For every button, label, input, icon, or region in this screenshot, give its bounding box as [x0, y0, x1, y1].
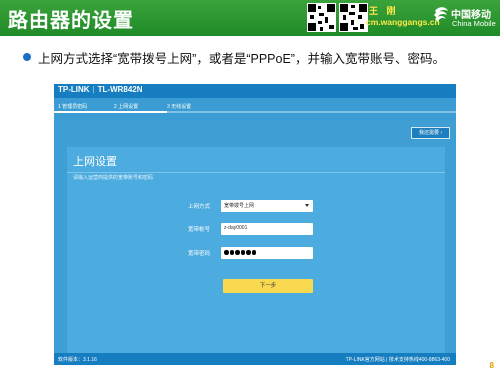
- router-model: TL-WR842N: [97, 85, 143, 94]
- account-label: 宽带帐号: [188, 227, 211, 233]
- password-input[interactable]: [221, 247, 313, 259]
- author-url: cm.wanggangs.cn: [366, 17, 440, 27]
- panel-title: 上网设置: [73, 156, 117, 168]
- page-number: 8: [489, 361, 494, 370]
- chevron-down-icon: [305, 204, 309, 207]
- step-admin-password[interactable]: 1 管理员密码: [58, 103, 87, 110]
- slide-title: 路由器的设置: [8, 10, 134, 32]
- router-footer: 软件版本：3.1.16 TP-LINK官方网站 | 技术支持热线400-8863…: [54, 353, 456, 365]
- connection-type-select[interactable]: 宽带拨号上网: [221, 200, 313, 212]
- brand-logo: TP-LINK: [58, 85, 90, 94]
- connection-type-label: 上网方式: [188, 204, 211, 210]
- author-name: 王 刚: [369, 6, 399, 16]
- brand-separator: |: [92, 85, 95, 94]
- china-mobile-logo-icon: [434, 7, 448, 22]
- step-wireless-setup[interactable]: 3 无线设置: [167, 103, 191, 110]
- router-topbar: TP-LINK | TL-WR842N: [54, 84, 456, 98]
- china-mobile-logo: 中国移动 China Mobile: [432, 3, 500, 33]
- bullet-dot-icon: [23, 53, 31, 61]
- step-internet-setup[interactable]: 2 上网设置: [114, 103, 138, 110]
- slide-header: 路由器的设置 王 刚 cm.wanggangs.cn 中国移动 China Mo…: [0, 0, 500, 36]
- help-button[interactable]: 我还需要 ›: [411, 127, 450, 139]
- software-version: 软件版本：3.1.16: [58, 357, 97, 363]
- password-mask: [224, 250, 256, 255]
- connection-type-value: 宽带拨号上网: [224, 203, 255, 209]
- support-info[interactable]: TP-LINK官方网站 | 技术支持热线400-8863-400: [346, 356, 450, 363]
- step-progress-done: [54, 111, 167, 113]
- step-progress-pending: [167, 111, 456, 113]
- account-value: z-day0001: [224, 225, 248, 231]
- panel-subtitle: 请输入运营商提供的宽带账号和密码: [73, 175, 154, 181]
- router-admin-window: TP-LINK | TL-WR842N 1 管理员密码 2 上网设置 3 无线设置 …: [54, 84, 456, 365]
- qr-code-image: [307, 3, 336, 32]
- bullet-text: 上网方式选择“宽带拨号上网”，或者是“PPPoE”，并输入宽带账号、密码。: [38, 52, 445, 66]
- router-brand: TP-LINK | TL-WR842N: [58, 85, 143, 94]
- account-input[interactable]: z-day0001: [221, 223, 313, 235]
- internet-setup-panel: 上网设置 请输入运营商提供的宽带账号和密码 上网方式 宽带拨号上网 宽带帐号 z…: [67, 147, 445, 353]
- china-mobile-english: China Mobile: [452, 19, 496, 28]
- setup-steps: 1 管理员密码 2 上网设置 3 无线设置: [54, 98, 456, 120]
- next-button[interactable]: 下一步: [223, 279, 313, 293]
- divider: [67, 172, 445, 173]
- qr-code-image: [339, 3, 368, 32]
- password-label: 宽带密码: [188, 251, 211, 257]
